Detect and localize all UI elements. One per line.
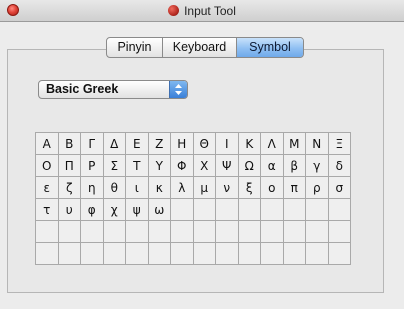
- symbol-cell[interactable]: [148, 243, 171, 265]
- symbol-cell[interactable]: [193, 221, 216, 243]
- up-down-arrows-icon: [169, 81, 187, 98]
- tab-pinyin[interactable]: Pinyin: [107, 38, 163, 57]
- symbol-cell[interactable]: λ: [171, 177, 194, 199]
- symbol-grid: ΑΒΓΔΕΖΗΘΙΚΛΜΝΞ ΟΠΡΣΤΥΦΧΨΩαβγδ εζηθικλμνξοπ…: [35, 132, 351, 265]
- symbol-cell[interactable]: [81, 243, 104, 265]
- symbol-cell[interactable]: [261, 243, 284, 265]
- symbol-set-popup[interactable]: Basic Greek: [38, 80, 188, 99]
- symbol-cell[interactable]: ζ: [58, 177, 81, 199]
- symbol-cell[interactable]: Ν: [306, 133, 329, 155]
- title-bar[interactable]: Input Tool: [0, 0, 404, 22]
- symbol-cell[interactable]: τ: [36, 199, 59, 221]
- input-tool-window: Input Tool Pinyin Keyboard Symbol Basic …: [0, 0, 404, 309]
- symbol-cell[interactable]: Α: [36, 133, 59, 155]
- symbol-cell[interactable]: Γ: [81, 133, 104, 155]
- tab-symbol[interactable]: Symbol: [237, 38, 303, 57]
- symbol-cell[interactable]: [283, 221, 306, 243]
- symbol-cell[interactable]: α: [261, 155, 284, 177]
- symbol-cell[interactable]: ι: [126, 177, 149, 199]
- symbol-cell[interactable]: [103, 243, 126, 265]
- window-title: Input Tool: [184, 3, 236, 18]
- symbol-cell[interactable]: [283, 243, 306, 265]
- symbol-cell[interactable]: [306, 221, 329, 243]
- symbol-cell[interactable]: Ο: [36, 155, 59, 177]
- symbol-cell[interactable]: Ξ: [328, 133, 351, 155]
- symbol-cell[interactable]: Ζ: [148, 133, 171, 155]
- symbol-cell[interactable]: Δ: [103, 133, 126, 155]
- symbol-cell[interactable]: [58, 243, 81, 265]
- symbol-cell[interactable]: [216, 243, 239, 265]
- symbol-cell[interactable]: χ: [103, 199, 126, 221]
- symbol-cell[interactable]: [148, 221, 171, 243]
- symbol-cell[interactable]: ε: [36, 177, 59, 199]
- tab-keyboard[interactable]: Keyboard: [163, 38, 237, 57]
- symbol-cell[interactable]: Ι: [216, 133, 239, 155]
- symbol-cell[interactable]: η: [81, 177, 104, 199]
- symbol-cell[interactable]: μ: [193, 177, 216, 199]
- symbol-cell[interactable]: [103, 221, 126, 243]
- symbol-cell[interactable]: Κ: [238, 133, 261, 155]
- symbol-cell[interactable]: κ: [148, 177, 171, 199]
- symbol-set-label: Basic Greek: [46, 82, 119, 96]
- symbol-cell[interactable]: ν: [216, 177, 239, 199]
- symbol-cell[interactable]: ρ: [306, 177, 329, 199]
- symbol-cell[interactable]: ω: [148, 199, 171, 221]
- symbol-cell[interactable]: Υ: [148, 155, 171, 177]
- symbol-cell[interactable]: δ: [328, 155, 351, 177]
- symbol-cell[interactable]: [171, 221, 194, 243]
- symbol-cell[interactable]: [328, 199, 351, 221]
- symbol-cell[interactable]: [238, 221, 261, 243]
- symbol-cell[interactable]: Θ: [193, 133, 216, 155]
- symbol-cell[interactable]: [171, 243, 194, 265]
- symbol-cell[interactable]: ψ: [126, 199, 149, 221]
- symbol-cell[interactable]: Λ: [261, 133, 284, 155]
- symbol-cell[interactable]: [36, 243, 59, 265]
- symbol-cell[interactable]: [216, 221, 239, 243]
- symbol-cell[interactable]: Η: [171, 133, 194, 155]
- symbol-cell[interactable]: π: [283, 177, 306, 199]
- symbol-cell[interactable]: [328, 243, 351, 265]
- app-icon: [168, 5, 180, 16]
- symbol-cell[interactable]: [306, 243, 329, 265]
- symbol-cell[interactable]: ξ: [238, 177, 261, 199]
- symbol-cell[interactable]: γ: [306, 155, 329, 177]
- symbol-cell[interactable]: Ψ: [216, 155, 239, 177]
- symbol-cell[interactable]: Ρ: [81, 155, 104, 177]
- symbol-cell[interactable]: Β: [58, 133, 81, 155]
- symbol-cell[interactable]: Φ: [171, 155, 194, 177]
- symbol-cell[interactable]: φ: [81, 199, 104, 221]
- symbol-cell[interactable]: Ε: [126, 133, 149, 155]
- symbol-cell[interactable]: Τ: [126, 155, 149, 177]
- symbol-cell[interactable]: [126, 243, 149, 265]
- symbol-cell[interactable]: [261, 199, 284, 221]
- symbol-cell[interactable]: [193, 243, 216, 265]
- symbol-cell[interactable]: [328, 221, 351, 243]
- symbol-cell[interactable]: [126, 221, 149, 243]
- symbol-cell[interactable]: [238, 199, 261, 221]
- symbol-cell[interactable]: [216, 199, 239, 221]
- symbol-cell[interactable]: [36, 221, 59, 243]
- symbol-cell[interactable]: Μ: [283, 133, 306, 155]
- symbol-cell[interactable]: β: [283, 155, 306, 177]
- symbol-cell[interactable]: [58, 221, 81, 243]
- symbol-cell[interactable]: σ: [328, 177, 351, 199]
- symbol-cell[interactable]: υ: [58, 199, 81, 221]
- title-group: Input Tool: [0, 0, 404, 21]
- symbol-cell[interactable]: [238, 243, 261, 265]
- symbol-cell[interactable]: [193, 199, 216, 221]
- symbol-cell[interactable]: Π: [58, 155, 81, 177]
- symbol-cell[interactable]: Χ: [193, 155, 216, 177]
- mode-tab-control: Pinyin Keyboard Symbol: [106, 37, 304, 58]
- symbol-cell[interactable]: ο: [261, 177, 284, 199]
- symbol-cell[interactable]: [261, 221, 284, 243]
- symbol-cell[interactable]: [306, 199, 329, 221]
- symbol-cell[interactable]: θ: [103, 177, 126, 199]
- symbol-cell[interactable]: [171, 199, 194, 221]
- symbol-cell[interactable]: Ω: [238, 155, 261, 177]
- symbol-cell[interactable]: Σ: [103, 155, 126, 177]
- symbol-cell[interactable]: [283, 199, 306, 221]
- symbol-cell[interactable]: [81, 221, 104, 243]
